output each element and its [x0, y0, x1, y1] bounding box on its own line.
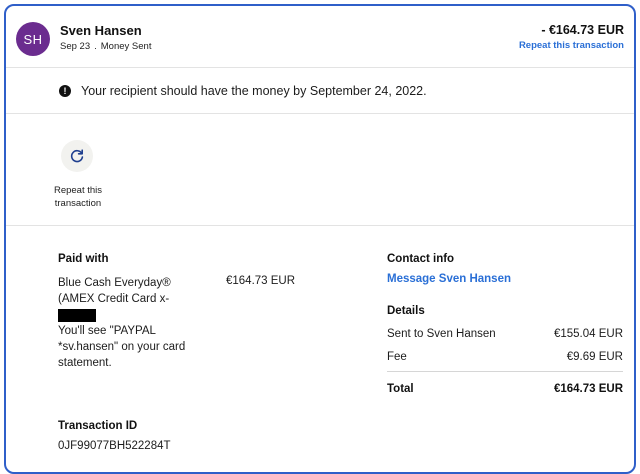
total-row: Total €164.73 EUR — [387, 383, 623, 395]
repeat-transaction-label: Repeat this transaction — [53, 185, 103, 209]
repeat-transaction-button[interactable] — [61, 140, 93, 172]
transaction-amount: - €164.73 EUR — [541, 23, 624, 37]
sent-label: Sent to Sven Hansen — [387, 328, 496, 340]
fee-row: Fee €9.69 EUR — [387, 351, 623, 363]
recipient-name: Sven Hansen — [60, 23, 142, 38]
paid-with-heading: Paid with — [58, 253, 109, 265]
transaction-type: Money Sent — [100, 41, 152, 52]
quick-actions: Repeat this transaction — [6, 114, 634, 226]
total-label: Total — [387, 383, 414, 395]
transaction-details-panel: SH Sven Hansen Sep 23. Money Sent - €164.… — [4, 4, 636, 474]
refresh-icon — [70, 149, 84, 163]
payment-method: Blue Cash Everyday® (AMEX Credit Card x-… — [58, 275, 188, 371]
statement-note: You'll see "PAYPAL *sv.hansen" on your c… — [58, 325, 186, 369]
transaction-date: Sep 23 — [60, 41, 91, 52]
redacted-card-number — [58, 308, 96, 322]
total-value: €164.73 EUR — [553, 383, 623, 395]
repeat-transaction-link[interactable]: Repeat this transaction — [519, 40, 624, 51]
card-name: Blue Cash Everyday® (AMEX Credit Card x- — [58, 277, 171, 305]
details-divider — [387, 371, 623, 372]
sent-value: €155.04 EUR — [553, 328, 623, 340]
transaction-id-heading: Transaction ID — [58, 420, 138, 432]
payment-amount: €164.73 EUR — [226, 275, 296, 287]
details-heading: Details — [387, 305, 425, 317]
contact-info-heading: Contact info — [387, 253, 455, 265]
transaction-meta: Sep 23. Money Sent — [60, 41, 151, 52]
fee-label: Fee — [387, 351, 407, 363]
meta-separator: . — [94, 41, 97, 52]
avatar: SH — [16, 22, 50, 56]
message-recipient-link[interactable]: Message Sven Hansen — [387, 273, 511, 285]
info-icon: ! — [59, 85, 71, 97]
transaction-id: 0JF99077BH522284T — [58, 440, 171, 452]
transaction-header: SH Sven Hansen Sep 23. Money Sent - €164.… — [6, 6, 634, 68]
sent-amount-row: Sent to Sven Hansen €155.04 EUR — [387, 328, 623, 340]
delivery-notice-text: Your recipient should have the money by … — [81, 84, 427, 98]
transaction-body: Paid with Blue Cash Everyday® (AMEX Cred… — [6, 226, 634, 472]
delivery-notice: ! Your recipient should have the money b… — [6, 68, 634, 114]
fee-value: €9.69 EUR — [566, 351, 623, 363]
